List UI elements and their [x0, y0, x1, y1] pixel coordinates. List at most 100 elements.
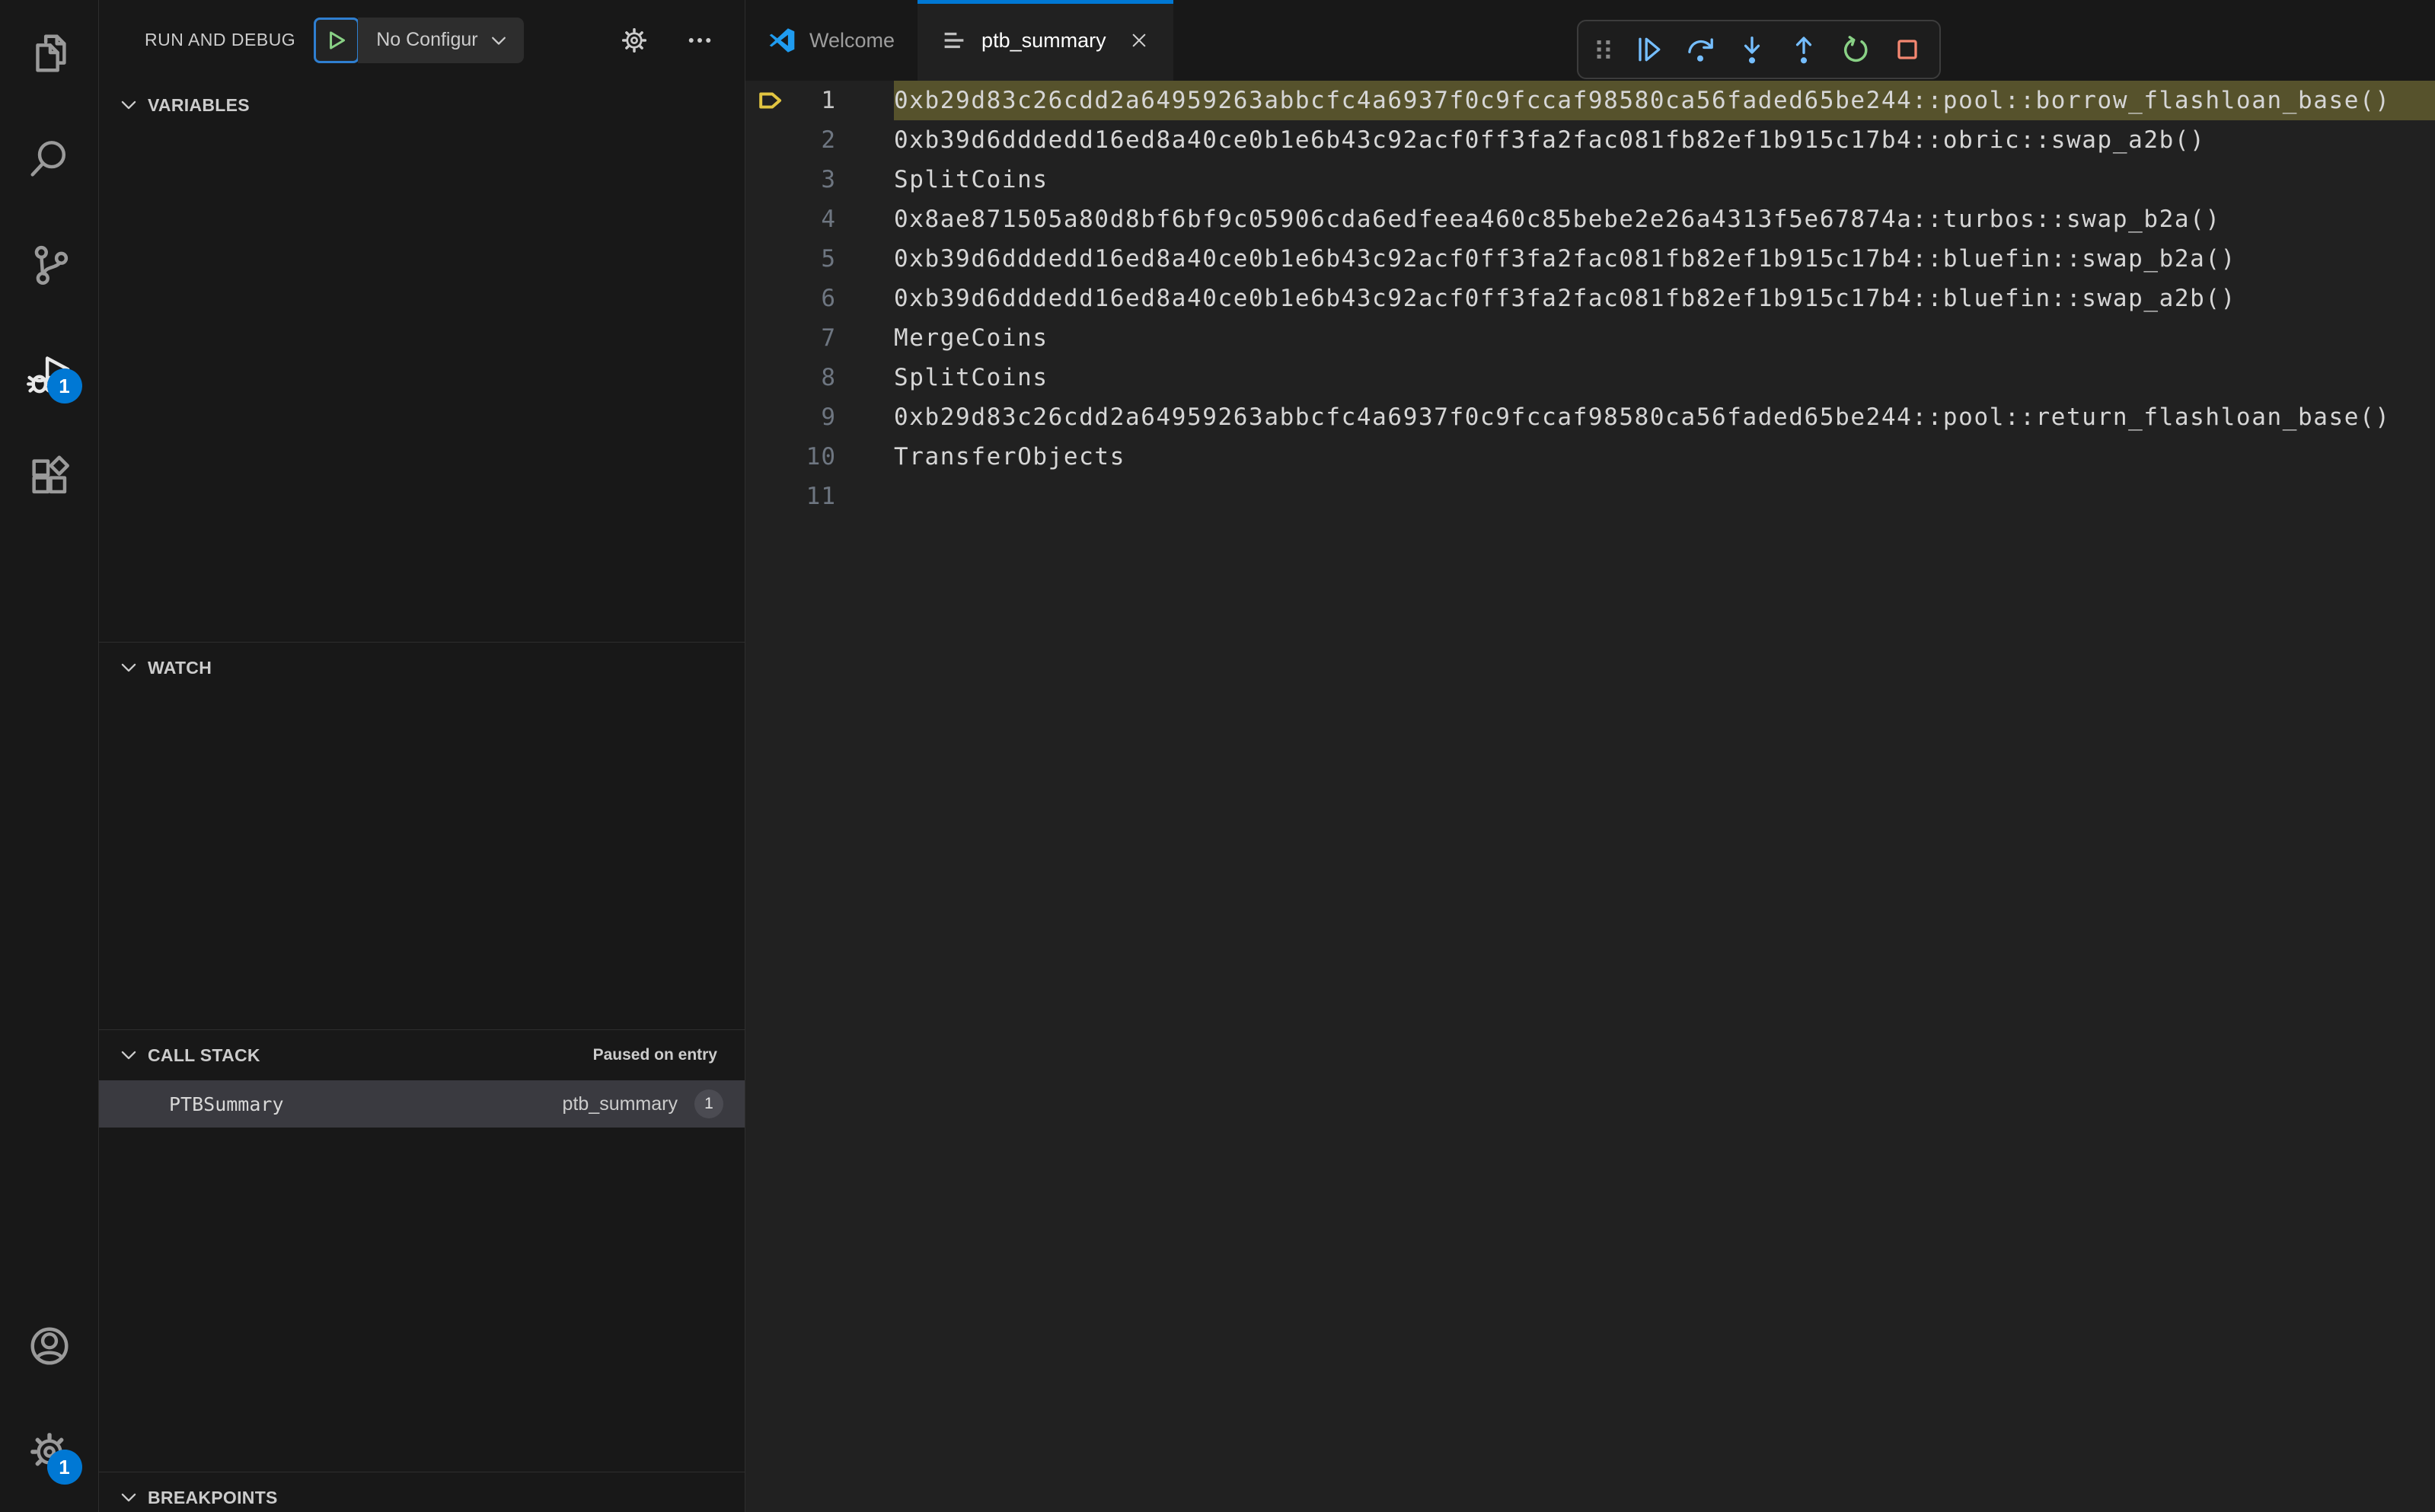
call-stack-frames: PTBSummary ptb_summary 1: [99, 1080, 745, 1128]
more-actions-button[interactable]: [684, 24, 716, 56]
tab-ptb-summary[interactable]: ptb_summary: [918, 0, 1173, 81]
editor-line-2[interactable]: 2 0xb39d6dddedd16ed8a40ce0b1e6b43c92acf0f…: [745, 120, 2435, 160]
call-stack-section-header[interactable]: CALL STACK Paused on entry: [99, 1030, 745, 1080]
variables-section-label: VARIABLES: [148, 94, 250, 115]
breakpoints-section: BREAKPOINTS: [99, 1472, 745, 1512]
code-text: MergeCoins: [894, 324, 1048, 352]
chevron-down-icon: [491, 37, 506, 45]
gripper-icon: [1597, 40, 1610, 59]
gutter[interactable]: 10: [745, 443, 894, 471]
chevron-down-icon: [119, 658, 139, 678]
call-stack-status: Paused on entry: [592, 1046, 717, 1064]
step-into-button[interactable]: [1728, 25, 1776, 74]
settings-badge: 1: [46, 1450, 82, 1485]
code-editor[interactable]: 1 0xb29d83c26cdd2a64959263abbcfc4a6937f0c…: [745, 81, 2435, 1512]
toolbar-drag-handle[interactable]: [1586, 25, 1621, 74]
watch-section-label: WATCH: [148, 657, 212, 678]
call-stack-section: CALL STACK Paused on entry PTBSummary ptb…: [99, 1029, 745, 1472]
editor-group: Welcome ptb_summary 1 0xb29d83c26cdd2a649…: [745, 0, 2435, 1512]
watch-section: WATCH: [99, 642, 745, 1029]
breakpoints-section-header[interactable]: BREAKPOINTS: [99, 1472, 745, 1512]
code-text: 0xb29d83c26cdd2a64959263abbcfc4a6937f0c9…: [894, 404, 2391, 431]
continue-button[interactable]: [1624, 25, 1673, 74]
call-stack-frame[interactable]: PTBSummary ptb_summary 1: [99, 1080, 745, 1128]
activity-bar-item-settings[interactable]: 1: [0, 1399, 99, 1504]
step-over-icon: [1688, 38, 1713, 62]
current-frame-arrow-icon: [745, 85, 794, 116]
gutter[interactable]: 11: [745, 483, 894, 510]
gutter[interactable]: 3: [745, 166, 894, 193]
editor-line-7[interactable]: 7 MergeCoins: [745, 318, 2435, 358]
frame-source: ptb_summary: [562, 1093, 678, 1115]
line-number: 6: [821, 285, 836, 312]
search-icon: [30, 140, 65, 177]
watch-section-header[interactable]: WATCH: [99, 643, 745, 693]
activity-bar-item-source-control[interactable]: [0, 212, 99, 317]
line-number: 3: [821, 166, 836, 193]
gutter[interactable]: 7: [745, 324, 894, 352]
tab-label: ptb_summary: [981, 28, 1106, 52]
code-text: 0xb39d6dddedd16ed8a40ce0b1e6b43c92acf0ff…: [894, 126, 2206, 154]
stop-icon: [1897, 40, 1917, 59]
editor-line-3[interactable]: 3 SplitCoins: [745, 160, 2435, 199]
launch-control: No Configur: [314, 17, 524, 63]
code-text: 0xb29d83c26cdd2a64959263abbcfc4a6937f0c9…: [894, 87, 2391, 114]
files-icon: [35, 33, 66, 72]
editor-line-10[interactable]: 10 TransferObjects: [745, 437, 2435, 477]
line-number: 7: [821, 324, 836, 352]
activity-bar-item-run-and-debug[interactable]: 1: [0, 317, 99, 423]
tab-label: Welcome: [809, 28, 895, 52]
code-text: 0xb39d6dddedd16ed8a40ce0b1e6b43c92acf0ff…: [894, 245, 2236, 273]
call-stack-section-label: CALL STACK: [148, 1045, 260, 1065]
chevron-down-icon: [119, 1045, 139, 1065]
source-control-icon: [34, 245, 68, 285]
gutter[interactable]: 2: [745, 126, 894, 154]
step-out-icon: [1795, 37, 1812, 64]
editor-line-9[interactable]: 9 0xb29d83c26cdd2a64959263abbcfc4a6937f0c…: [745, 397, 2435, 437]
vscode-logo-icon: [768, 27, 796, 54]
line-number: 11: [806, 483, 836, 510]
gutter[interactable]: 1: [745, 85, 894, 116]
run-and-debug-sidebar: RUN AND DEBUG No Configur VARIABLES WATC…: [99, 0, 745, 1512]
activity-bar-item-search[interactable]: [0, 106, 99, 212]
gutter[interactable]: 8: [745, 364, 894, 391]
step-out-button[interactable]: [1779, 25, 1828, 74]
step-over-button[interactable]: [1676, 25, 1725, 74]
gutter[interactable]: 6: [745, 285, 894, 312]
account-icon: [30, 1326, 69, 1365]
activity-bar-item-accounts[interactable]: [0, 1293, 99, 1399]
restart-button[interactable]: [1831, 25, 1880, 74]
variables-section-header[interactable]: VARIABLES: [99, 80, 745, 130]
editor-line-1[interactable]: 1 0xb29d83c26cdd2a64959263abbcfc4a6937f0c…: [745, 81, 2435, 120]
editor-line-8[interactable]: 8 SplitCoins: [745, 358, 2435, 397]
editor-line-6[interactable]: 6 0xb39d6dddedd16ed8a40ce0b1e6b43c92acf0f…: [745, 279, 2435, 318]
gutter[interactable]: 5: [745, 245, 894, 273]
line-number: 4: [821, 206, 836, 233]
debug-configuration-dropdown[interactable]: No Configur: [358, 17, 524, 63]
activity-bar: 1 1: [0, 0, 99, 1512]
close-icon[interactable]: [1128, 29, 1150, 52]
line-number: 9: [821, 404, 836, 431]
debug-settings-gear-icon[interactable]: [618, 24, 650, 56]
code-text: 0xb39d6dddedd16ed8a40ce0b1e6b43c92acf0ff…: [894, 285, 2236, 312]
editor-line-11[interactable]: 11: [745, 477, 2435, 516]
activity-bar-item-explorer[interactable]: [0, 0, 99, 106]
variables-section: VARIABLES: [99, 80, 745, 642]
debug-toolbar: [1577, 20, 1941, 79]
start-debugging-button[interactable]: [314, 17, 360, 63]
tab-welcome[interactable]: Welcome: [745, 0, 918, 81]
editor-line-5[interactable]: 5 0xb39d6dddedd16ed8a40ce0b1e6b43c92acf0f…: [745, 239, 2435, 279]
frame-line-badge: 1: [694, 1089, 723, 1118]
breakpoints-section-label: BREAKPOINTS: [148, 1487, 278, 1507]
gutter[interactable]: 9: [745, 404, 894, 431]
editor-line-4[interactable]: 4 0x8ae871505a80d8bf6bf9c05906cda6edfeea4…: [745, 199, 2435, 239]
step-into-icon: [1744, 36, 1760, 64]
code-text: SplitCoins: [894, 364, 1048, 391]
gutter[interactable]: 4: [745, 206, 894, 233]
stop-button[interactable]: [1883, 25, 1932, 74]
line-number: 8: [821, 364, 836, 391]
activity-bar-item-extensions[interactable]: [0, 423, 99, 529]
activity-bar-bottom: 1: [0, 1293, 99, 1512]
chevron-down-icon: [119, 1488, 139, 1507]
run-and-debug-badge: 1: [46, 368, 82, 404]
